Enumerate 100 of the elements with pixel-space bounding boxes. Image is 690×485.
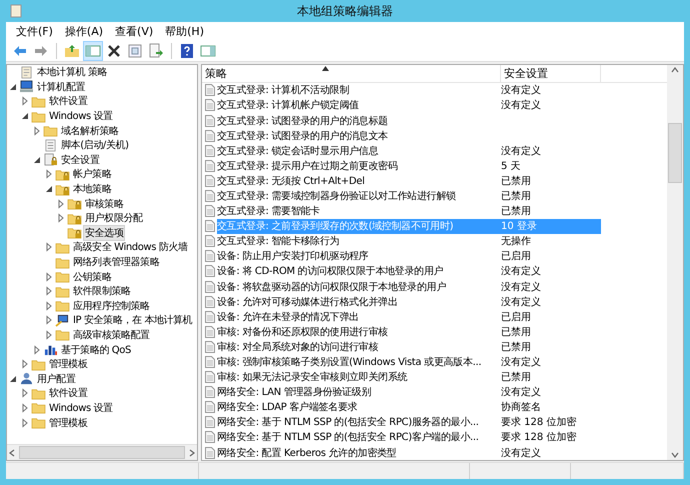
expand-icon[interactable]	[32, 344, 42, 355]
tree-item[interactable]: 审核策略	[84, 196, 124, 211]
collapse-icon[interactable]	[20, 111, 30, 122]
expand-icon[interactable]	[20, 359, 30, 370]
policy-row[interactable]: 交互式登录: 试图登录的用户的消息文本	[217, 128, 601, 144]
tree-item[interactable]: 软件设置	[48, 386, 88, 400]
policy-row[interactable]: 网络安全: 基于 NTLM SSP 的(包括安全 RPC)客户端的最小... 要求 128 位加密	[217, 430, 601, 446]
tree-item[interactable]: 软件限制策略	[72, 284, 132, 298]
column-header[interactable]: 策略	[202, 65, 501, 82]
policy-row[interactable]: 交互式登录: 提示用户在过期之前更改密码 5 天	[217, 158, 601, 174]
expand-icon[interactable]	[20, 402, 30, 413]
export-icon[interactable]	[147, 42, 165, 60]
tree-item[interactable]: 安全设置	[60, 152, 100, 167]
policy-row[interactable]: 交互式登录: 智能卡移除行为 无操作	[217, 234, 601, 249]
policy-name: 设备: 防止用户安装打印机驱动程序	[217, 250, 370, 264]
policy-row[interactable]: 审核: 如果无法记录安全审核则立即关闭系统 已禁用	[217, 370, 601, 385]
policy-name: 交互式登录: 提示用户在过期之前更改密码	[217, 160, 399, 173]
policy-row[interactable]: 网络安全: 基于 NTLM SSP 的(包括安全 RPC)服务器的最小... 要求 128 位加密	[217, 414, 601, 430]
help-icon[interactable]	[178, 42, 196, 60]
horizontal-scrollbar[interactable]	[7, 444, 197, 460]
tree-item[interactable]: 帐户策略	[72, 167, 112, 182]
expand-icon[interactable]	[44, 286, 54, 296]
policy-row[interactable]: 审核: 对全局系统对象的访问进行审核 已禁用	[217, 339, 601, 354]
expand-icon[interactable]	[44, 330, 54, 340]
tree-item[interactable]: 本地计算机 策略	[36, 65, 108, 80]
policy-row[interactable]: 网络安全: LDAP 客户端签名要求 协商签名	[217, 400, 601, 415]
policy-row[interactable]: 设备: 允许在未登录的情况下弹出 已启用	[217, 309, 601, 324]
expand-icon[interactable]	[32, 126, 42, 136]
policy-row[interactable]: 交互式登录: 锁定会话时显示用户信息 没有定义	[217, 143, 601, 158]
tree-item[interactable]: 网络列表管理器策略	[72, 255, 160, 270]
tree-item[interactable]: 管理模板	[48, 416, 88, 430]
policy-row[interactable]: 交互式登录: 无须按 Ctrl+Alt+Del 已禁用	[217, 173, 601, 188]
policy-row[interactable]: 设备: 防止用户安装打印机驱动程序 已启用	[217, 248, 601, 264]
tree-item[interactable]: 高级审核策略配置	[72, 328, 151, 342]
security-setting: 没有定义	[501, 264, 541, 278]
collapse-icon[interactable]	[8, 82, 18, 92]
scroll-right-icon[interactable]	[187, 448, 197, 458]
policy-row[interactable]: 审核: 对备份和还原权限的使用进行审核 已禁用	[217, 324, 601, 340]
tree-item[interactable]: 安全选项	[84, 226, 124, 240]
expand-icon[interactable]	[44, 315, 54, 326]
script-icon	[43, 138, 58, 152]
policy-name: 交互式登录: 计算机不活动限制	[217, 84, 350, 98]
menu-item[interactable]: 帮助(H)	[159, 24, 210, 38]
policy-row[interactable]: 交互式登录: 需要域控制器身份验证以对工作站进行解锁 已禁用	[217, 188, 601, 204]
scroll-down-icon[interactable]	[670, 450, 680, 460]
policy-row[interactable]: 审核: 强制审核策略子类别设置(Windows Vista 或更高版本... 没有定义	[217, 354, 601, 370]
tree-item[interactable]: 计算机配置	[36, 80, 86, 94]
policy-row[interactable]: 网络安全: 配置 Kerberos 允许的加密类型 没有定义	[217, 445, 601, 460]
menu-item[interactable]: 查看(V)	[109, 24, 160, 38]
collapse-icon[interactable]	[32, 154, 42, 165]
security-setting: 已禁用	[501, 340, 531, 354]
scroll-thumb[interactable]	[668, 123, 682, 183]
collapse-icon[interactable]	[44, 184, 54, 194]
folder-icon	[55, 299, 70, 312]
security-setting: 5 天	[501, 160, 521, 173]
tree-item[interactable]: 基于策略的 QoS	[60, 342, 132, 357]
expand-icon[interactable]	[56, 198, 66, 209]
policy-icon	[205, 340, 215, 353]
expand-icon[interactable]	[44, 272, 54, 282]
policy-row[interactable]: 交互式登录: 计算机不活动限制 没有定义	[217, 82, 601, 98]
tree-item[interactable]: 域名解析策略	[60, 124, 120, 138]
policy-row[interactable]: 设备: 允许对可移动媒体进行格式化并弹出 没有定义	[217, 294, 601, 310]
scroll-thumb[interactable]	[19, 446, 185, 459]
tree-item[interactable]: 高级安全 Windows 防火墙	[72, 240, 189, 254]
vertical-scrollbar[interactable]	[667, 65, 683, 460]
expand-icon[interactable]	[56, 213, 66, 224]
policy-row[interactable]: 交互式登录: 计算机帐户锁定阈值 没有定义	[217, 98, 601, 113]
tree-item[interactable]: Windows 设置	[48, 109, 114, 124]
computer-icon	[19, 80, 34, 94]
tree-item[interactable]: 用户配置	[36, 372, 76, 386]
scroll-left-icon[interactable]	[7, 448, 17, 458]
expand-icon[interactable]	[44, 242, 54, 252]
tree-item[interactable]: 管理模板	[48, 357, 88, 372]
expand-icon[interactable]	[44, 169, 54, 180]
tree-item[interactable]: 公钥策略	[72, 270, 112, 284]
tree-item[interactable]: 软件设置	[48, 94, 88, 108]
collapse-icon[interactable]	[8, 374, 18, 384]
tree-item[interactable]: 本地策略	[72, 182, 112, 196]
tree-item[interactable]: 用户权限分配	[84, 211, 144, 226]
tree-item[interactable]: 应用程序控制策略	[72, 298, 151, 313]
security-setting: 协商签名	[501, 400, 541, 414]
expand-icon[interactable]	[44, 300, 54, 311]
column-header[interactable]: 安全设置	[501, 65, 601, 82]
expand-icon[interactable]	[20, 96, 30, 106]
tree-item[interactable]: Windows 设置	[48, 400, 114, 415]
tree-item[interactable]: IP 安全策略，在 本地计算机	[72, 313, 194, 328]
policy-row[interactable]: 交互式登录: 试图登录的用户的消息标题	[217, 112, 601, 128]
user-icon	[19, 372, 34, 386]
policy-row[interactable]: 设备: 将软盘驱动器的访问权限仅限于本地登录的用户 没有定义	[217, 278, 601, 294]
expand-icon[interactable]	[20, 418, 30, 428]
policy-row[interactable]: 设备: 将 CD-ROM 的访问权限仅限于本地登录的用户 没有定义	[217, 264, 601, 279]
menu-item[interactable]: 操作(A)	[58, 24, 110, 38]
scroll-up-icon[interactable]	[670, 65, 680, 75]
tree-item[interactable]: 脚本(启动/关机)	[60, 138, 130, 152]
monitor-icon	[55, 314, 70, 327]
policy-row[interactable]: 交互式登录: 需要智能卡 已禁用	[217, 204, 601, 219]
policy-row[interactable]: 网络安全: LAN 管理器身份验证级别 没有定义	[217, 384, 601, 400]
policy-icon	[205, 310, 215, 323]
expand-icon[interactable]	[20, 388, 30, 398]
menu-item[interactable]: 文件(F)	[10, 24, 59, 38]
